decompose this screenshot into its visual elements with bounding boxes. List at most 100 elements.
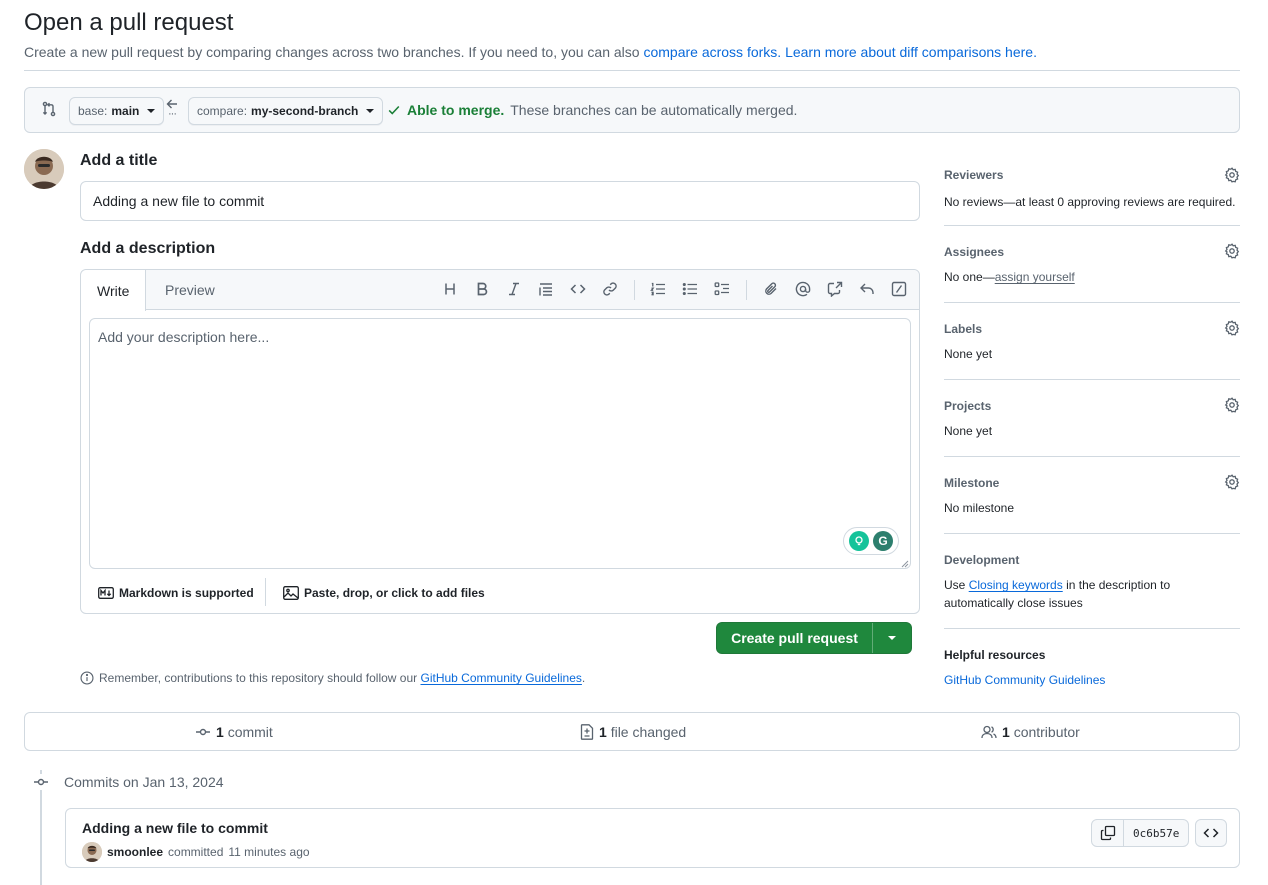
cross-reference-icon[interactable] [827,281,843,297]
sidebar-value: None yet [944,347,993,361]
commit-item: Adding a new file to commit smoonlee com… [65,808,1240,868]
gear-icon[interactable] [1224,397,1240,413]
commit-icon [33,774,49,790]
create-options-dropdown[interactable] [873,623,911,653]
caret-down-icon [366,109,375,113]
heading-icon[interactable] [442,281,458,297]
sidebar-value: Use Closing keywords in the description … [944,578,1171,610]
community-guidelines-link[interactable]: GitHub Community Guidelines [421,671,582,685]
commit-sha[interactable]: 0c6b57e [1124,820,1188,846]
quote-icon[interactable] [538,281,554,297]
description-textarea[interactable] [89,318,911,569]
footer-divider [265,578,266,606]
bold-icon[interactable] [474,281,490,297]
sidebar-labels: Labels None yet [944,303,1240,380]
contribution-reminder: Remember, contributions to this reposito… [80,671,585,685]
assign-yourself-link[interactable]: assign yourself [995,270,1075,284]
toolbar-divider [746,280,747,300]
commit-author[interactable]: smoonlee [107,845,163,859]
mention-icon[interactable] [795,281,811,297]
sidebar: Reviewers No reviews—at least 0 approvin… [944,150,1240,687]
commits-stat[interactable]: 1 commit [195,724,273,740]
toolbar-divider [634,280,635,300]
sidebar-heading: Reviewers [944,168,1004,182]
gear-icon[interactable] [1224,474,1240,490]
compare-forks-link[interactable]: compare across forks. [643,44,781,60]
sidebar-projects: Projects None yet [944,380,1240,457]
slash-command-icon[interactable] [891,281,907,297]
grammarly-widget[interactable]: G [843,527,899,555]
commit-time: 11 minutes ago [228,845,310,859]
page-title: Open a pull request [24,9,234,36]
markdown-icon [98,587,114,599]
commit-message[interactable]: Adding a new file to commit [82,820,268,836]
file-diff-icon [580,724,594,740]
browse-repo-button[interactable] [1195,819,1227,847]
description-heading: Add a description [80,240,216,257]
attach-files-button[interactable]: Paste, drop, or click to add files [283,586,485,600]
sidebar-heading: Labels [944,322,983,336]
sidebar-helpful-resources: Helpful resources GitHub Community Guide… [944,629,1240,687]
git-compare-icon [41,101,57,117]
sidebar-heading: Assignees [944,245,1005,259]
italic-icon[interactable] [506,281,522,297]
bulleted-list-icon[interactable] [682,281,698,297]
files-changed-stat[interactable]: 1 file changed [580,724,686,740]
sidebar-heading: Helpful resources [944,648,1046,662]
compare-branch-select[interactable]: compare: my-second-branch [188,97,384,125]
sidebar-value: GitHub Community Guidelines [944,673,1240,687]
resize-handle-icon[interactable] [901,560,909,568]
caret-down-icon [888,636,896,640]
divider [24,70,1240,71]
numbered-list-icon[interactable] [650,281,666,297]
sidebar-assignees: Assignees No one—assign yourself [944,226,1240,303]
editor-toolbar: Write Preview [81,270,919,311]
title-input[interactable] [80,181,920,221]
commit-icon [195,724,211,740]
description-editor: Write Preview G Markdown is supported [80,269,920,614]
tab-preview[interactable]: Preview [149,270,231,310]
sidebar-heading: Development [944,553,1020,567]
page-subtitle: Create a new pull request by comparing c… [24,44,1037,60]
sidebar-value: No milestone [944,501,1015,515]
contributors-stat[interactable]: 1 contributor [981,724,1080,740]
sidebar-milestone: Milestone No milestone [944,457,1240,534]
gear-icon[interactable] [1224,167,1240,183]
create-pull-request-button[interactable]: Create pull request [716,622,912,654]
author-avatar[interactable] [82,842,102,862]
commit-meta: smoonlee committed 11 minutes ago [82,842,310,862]
closing-keywords-link[interactable]: Closing keywords [969,578,1063,592]
sidebar-heading: Milestone [944,476,1000,490]
gear-icon[interactable] [1224,320,1240,336]
lightbulb-icon [849,531,869,551]
base-branch-select[interactable]: base: main [69,97,165,125]
copy-sha-button[interactable] [1092,820,1124,846]
user-avatar[interactable] [24,149,64,189]
learn-more-link[interactable]: Learn more about diff comparisons here. [785,44,1037,60]
community-guidelines-sidebar-link[interactable]: GitHub Community Guidelines [944,673,1105,687]
link-icon[interactable] [602,281,618,297]
reply-icon[interactable] [859,281,875,297]
sidebar-value: None yet [944,424,993,438]
image-icon [283,586,299,600]
markdown-note[interactable]: Markdown is supported [98,586,254,600]
merge-status: Able to merge. These branches can be aut… [387,102,797,118]
ellipsis-icon: ··· [168,108,177,120]
attach-icon[interactable] [763,281,779,297]
editor-footer: Markdown is supported Paste, drop, or cl… [81,576,919,614]
commit-sha-group: 0c6b57e [1091,819,1190,847]
check-icon [387,103,401,117]
branch-range-bar: base: main ··· compare: my-second-branch… [24,87,1240,133]
task-list-icon[interactable] [714,281,730,297]
sidebar-value: No one—assign yourself [944,270,1075,284]
info-icon [80,671,94,685]
tab-write[interactable]: Write [81,270,147,311]
people-icon [981,724,997,740]
grammarly-icon: G [873,531,893,551]
code-icon[interactable] [570,281,586,297]
sidebar-development: Development Use Closing keywords in the … [944,534,1240,629]
gear-icon[interactable] [1224,243,1240,259]
compare-stats-bar: 1 commit 1 file changed 1 contributor [24,712,1240,751]
sidebar-value: No reviews—at least 0 approving reviews … [944,195,1236,209]
sidebar-heading: Projects [944,399,992,413]
